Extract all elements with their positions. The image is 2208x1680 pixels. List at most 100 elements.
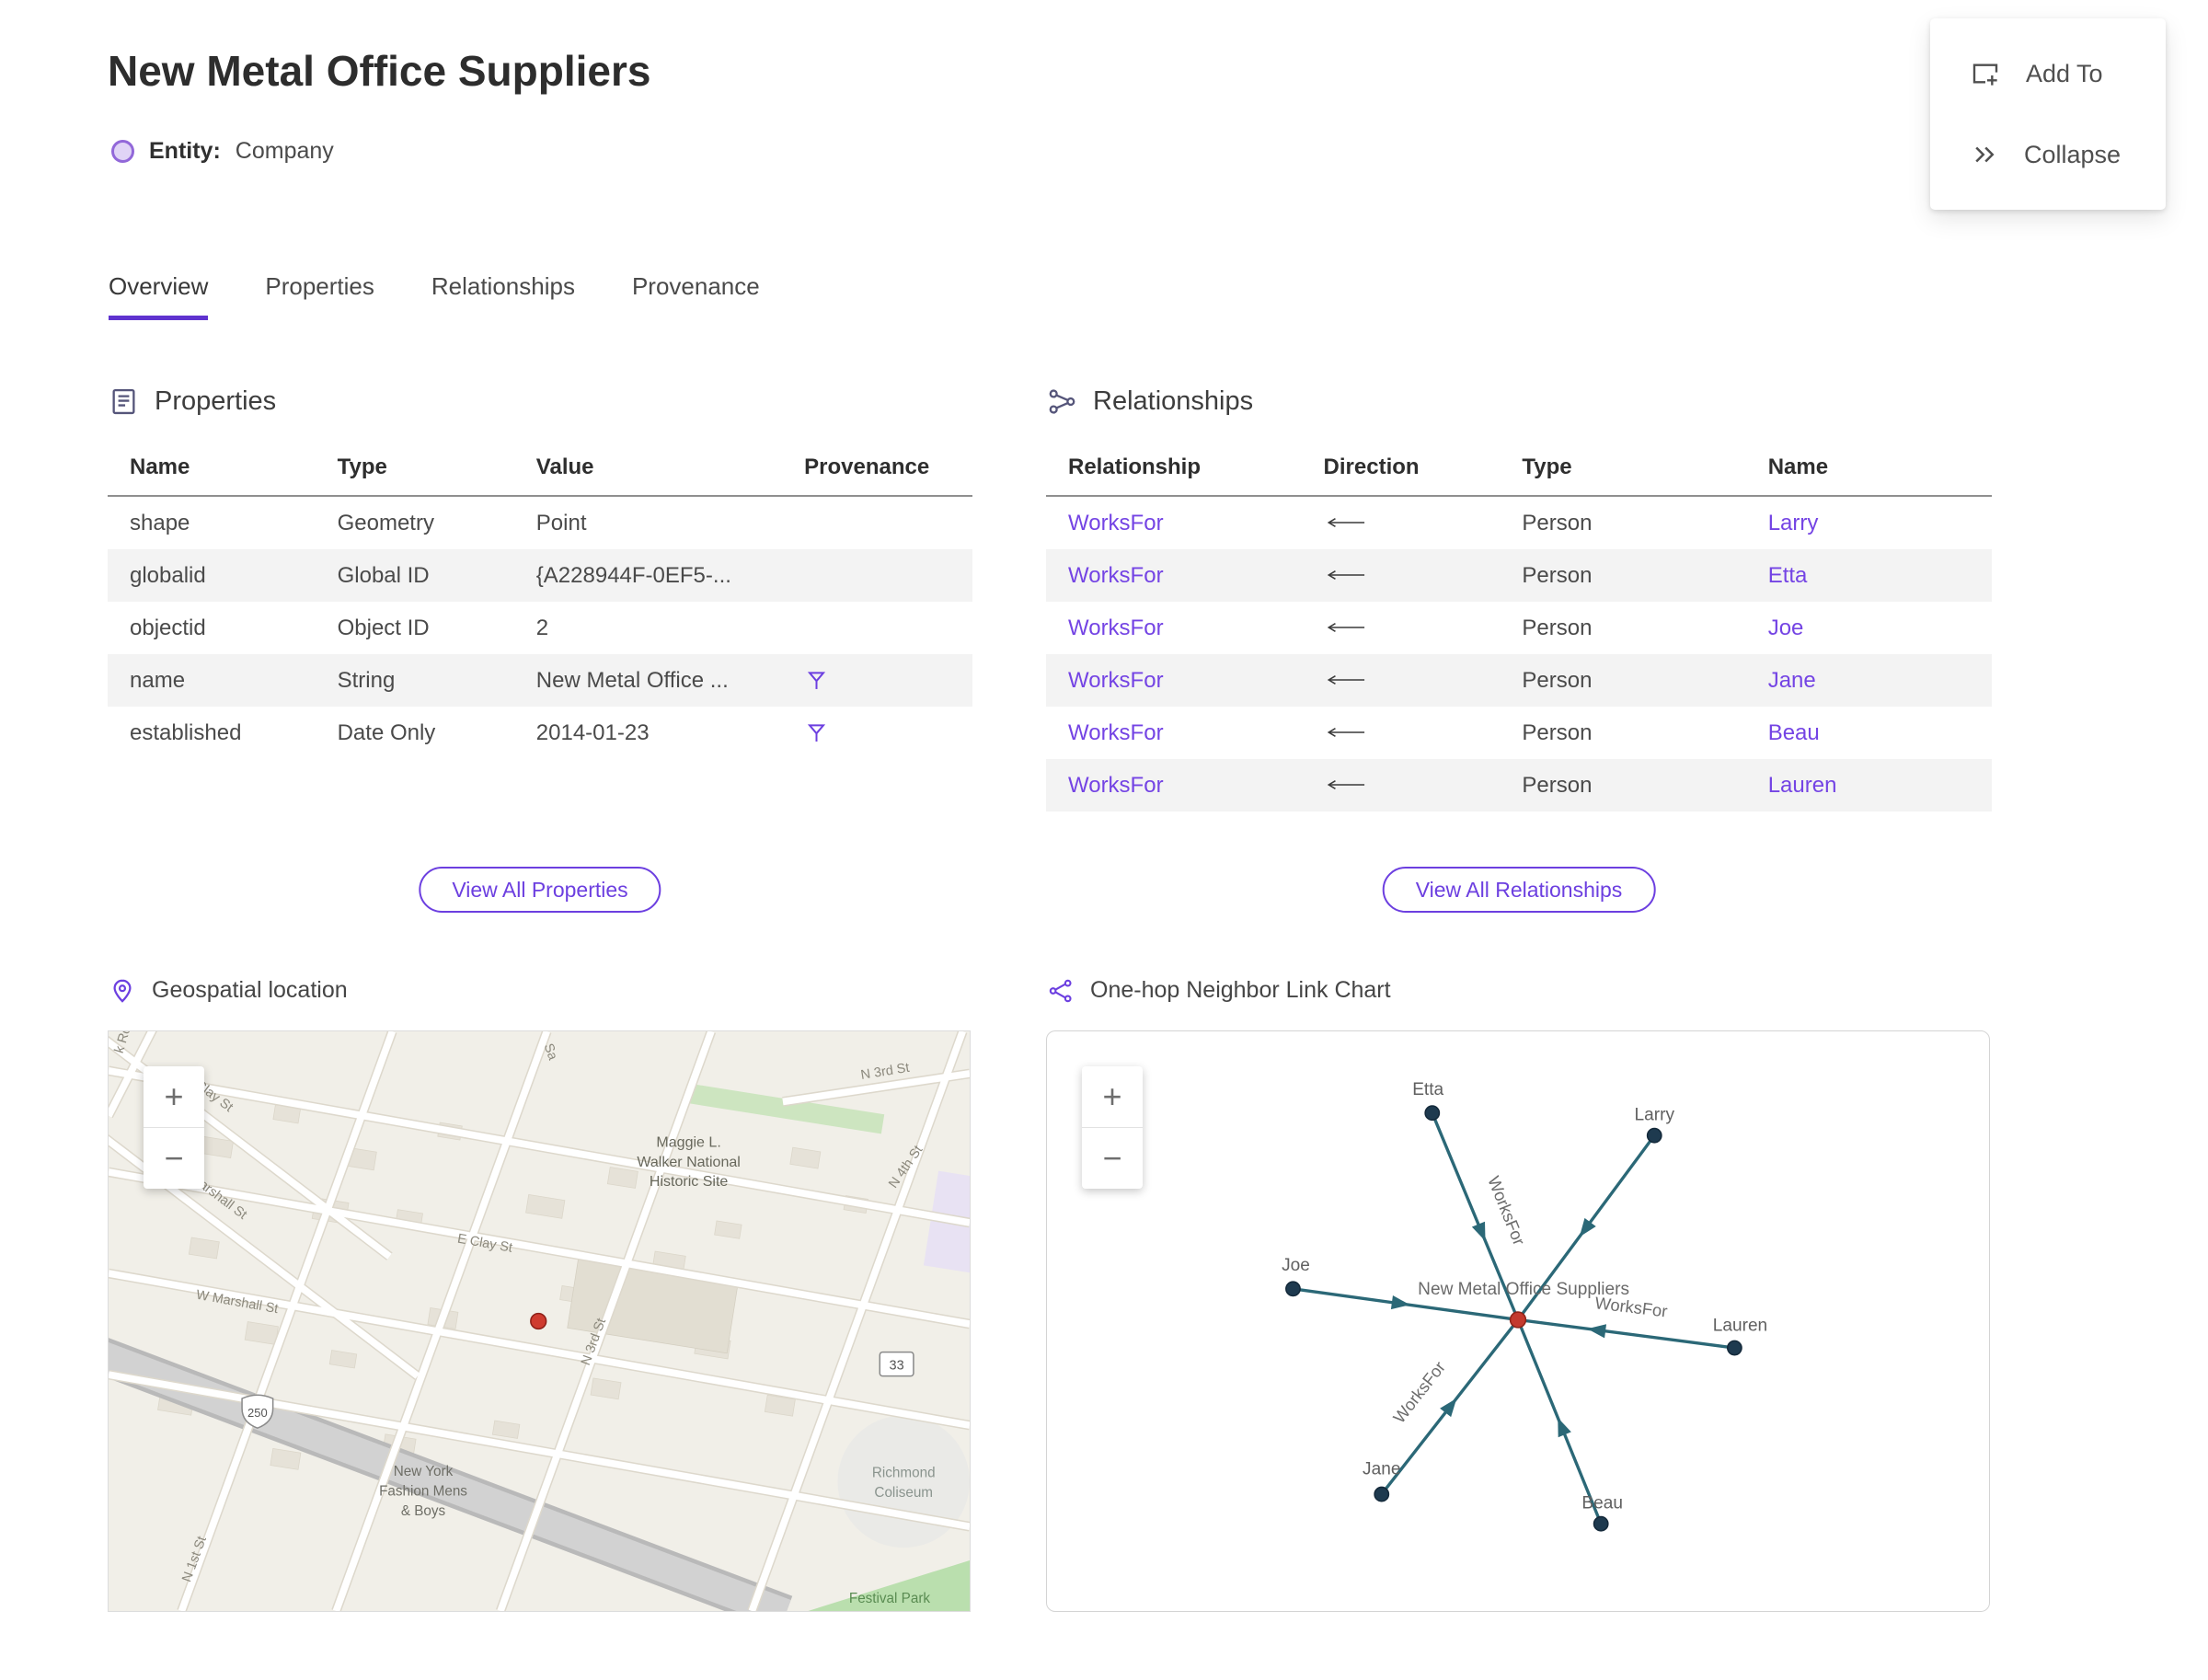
left-column: Properties Name Type Value Provenance sh…: [108, 386, 972, 1619]
geospatial-section-header: Geospatial location: [109, 977, 348, 1004]
chart-zoom-in-button[interactable]: +: [1082, 1066, 1143, 1127]
svg-text:Fashion Mens: Fashion Mens: [379, 1484, 467, 1500]
tab-relationships[interactable]: Relationships: [431, 272, 575, 320]
related-entity-link[interactable]: Etta: [1768, 563, 1808, 588]
left-arrow-icon: [1327, 517, 1364, 527]
node-beau: [1593, 1515, 1609, 1532]
entity-location-marker[interactable]: [530, 1312, 547, 1330]
entity-type-value: Company: [235, 138, 334, 164]
properties-table: Name Type Value Provenance shape Geometr…: [108, 445, 972, 759]
relationships-icon: [1049, 389, 1075, 414]
center-node-label: New Metal Office Suppliers: [1418, 1280, 1629, 1299]
table-row: established Date Only 2014-01-23: [108, 707, 972, 759]
relationships-table: Relationship Direction Type Name WorksFo…: [1046, 445, 1992, 811]
left-arrow-icon: [1327, 570, 1364, 580]
column-header: Type: [315, 445, 514, 497]
svg-text:Larry: Larry: [1634, 1105, 1674, 1124]
table-row: name String New Metal Office ...: [108, 654, 972, 707]
page-title: New Metal Office Suppliers: [108, 47, 651, 95]
column-header: Provenance: [782, 445, 972, 497]
svg-text:Richmond: Richmond: [872, 1466, 936, 1481]
svg-text:& Boys: & Boys: [401, 1503, 446, 1519]
node-etta: [1424, 1105, 1441, 1122]
map-panel[interactable]: 250 33 k Ro W Clay St Sa N 3rd St N 4th …: [108, 1030, 971, 1612]
left-arrow-icon: [1327, 779, 1364, 789]
svg-text:Historic Site: Historic Site: [650, 1173, 729, 1190]
relationship-link[interactable]: WorksFor: [1068, 563, 1164, 588]
collapse-button[interactable]: Collapse: [1930, 114, 2166, 195]
related-entity-link[interactable]: Lauren: [1768, 773, 1837, 798]
map-canvas[interactable]: 250 33 k Ro W Clay St Sa N 3rd St N 4th …: [109, 1031, 970, 1611]
column-header: Name: [108, 445, 316, 497]
relationship-link[interactable]: WorksFor: [1068, 773, 1164, 798]
left-arrow-icon: [1327, 674, 1364, 685]
link-chart-edge-labels: WorksFor WorksFor WorksFor: [1389, 1173, 1669, 1426]
node-jane: [1374, 1486, 1390, 1502]
link-chart-panel[interactable]: WorksFor WorksFor WorksFor Etta Larry Jo…: [1046, 1030, 1990, 1612]
relationship-link[interactable]: WorksFor: [1068, 511, 1164, 535]
location-pin-icon: [113, 979, 132, 1003]
related-entity-link[interactable]: Jane: [1768, 668, 1816, 693]
action-menu: Add To Collapse: [1930, 18, 2166, 210]
table-row: WorksFor Person Lauren: [1046, 759, 1992, 811]
chart-zoom-controls: + −: [1082, 1066, 1143, 1189]
svg-text:WorksFor: WorksFor: [1484, 1173, 1529, 1248]
entity-type-row: Entity: Company: [111, 138, 334, 165]
add-to-button[interactable]: Add To: [1930, 33, 2166, 114]
relationship-link[interactable]: WorksFor: [1068, 616, 1164, 640]
table-row: WorksFor Person Joe: [1068, 615, 1804, 640]
map-zoom-in-button[interactable]: +: [144, 1066, 204, 1127]
table-row: shape Geometry Point: [130, 510, 587, 535]
table-row: WorksFor Person Larry: [1068, 510, 1819, 535]
tab-overview[interactable]: Overview: [109, 272, 209, 320]
view-all-relationships-button[interactable]: View All Relationships: [1382, 867, 1656, 913]
chart-zoom-out-button[interactable]: −: [1082, 1127, 1143, 1189]
related-entity-link[interactable]: Beau: [1768, 720, 1820, 745]
properties-icon: [112, 388, 135, 415]
collapse-icon: [1975, 146, 1995, 163]
node-larry: [1646, 1127, 1662, 1144]
route-shield-33: 33: [879, 1351, 914, 1377]
table-row: globalid Global ID {A228944F-0EF5-...: [108, 549, 972, 602]
table-row: WorksFor Person Beau: [1068, 719, 1820, 745]
table-row: objectid Object ID 2: [130, 615, 549, 640]
provenance-icon[interactable]: [804, 668, 829, 693]
link-chart-canvas[interactable]: WorksFor WorksFor WorksFor Etta Larry Jo…: [1047, 1031, 1989, 1611]
table-row: WorksFor Person Jane: [1046, 654, 1992, 707]
svg-text:Beau: Beau: [1581, 1493, 1623, 1513]
related-entity-link[interactable]: Larry: [1768, 511, 1819, 535]
svg-text:Maggie L.: Maggie L.: [656, 1133, 720, 1150]
node-center-entity[interactable]: [1509, 1311, 1527, 1329]
collapse-label: Collapse: [2024, 140, 2122, 168]
relationship-link[interactable]: WorksFor: [1068, 720, 1164, 745]
svg-text:WorksFor: WorksFor: [1389, 1357, 1449, 1426]
svg-text:Festival Park: Festival Park: [849, 1591, 931, 1606]
tab-properties[interactable]: Properties: [265, 272, 374, 320]
left-arrow-icon: [1327, 727, 1364, 737]
right-column: Relationships Relationship Direction Typ…: [1046, 386, 1992, 1619]
properties-section-header: Properties: [109, 386, 276, 417]
view-all-properties-button[interactable]: View All Properties: [419, 867, 661, 913]
geospatial-section-title: Geospatial location: [152, 977, 348, 1003]
relationship-link[interactable]: WorksFor: [1068, 668, 1164, 693]
add-to-label: Add To: [2026, 59, 2103, 87]
svg-text:Lauren: Lauren: [1713, 1317, 1767, 1336]
svg-text:33: 33: [890, 1359, 904, 1374]
properties-header-row: Name Type Value Provenance: [108, 445, 972, 497]
properties-section-title: Properties: [155, 386, 277, 416]
map-zoom-controls: + −: [144, 1066, 204, 1189]
relationships-section-title: Relationships: [1093, 386, 1254, 416]
link-chart-section-title: One-hop Neighbor Link Chart: [1090, 977, 1391, 1003]
svg-text:250: 250: [247, 1406, 268, 1420]
svg-text:New York: New York: [394, 1464, 454, 1479]
related-entity-link[interactable]: Joe: [1768, 616, 1804, 640]
entity-type-icon: [111, 140, 134, 163]
map-zoom-out-button[interactable]: −: [144, 1127, 204, 1189]
link-chart-icon: [1049, 979, 1072, 1002]
svg-text:Walker National: Walker National: [637, 1154, 740, 1170]
tab-provenance[interactable]: Provenance: [632, 272, 760, 320]
link-chart-section-header: One-hop Neighbor Link Chart: [1048, 977, 1391, 1004]
node-joe: [1285, 1281, 1301, 1297]
provenance-icon[interactable]: [804, 720, 829, 745]
entity-label: Entity:: [149, 138, 221, 164]
